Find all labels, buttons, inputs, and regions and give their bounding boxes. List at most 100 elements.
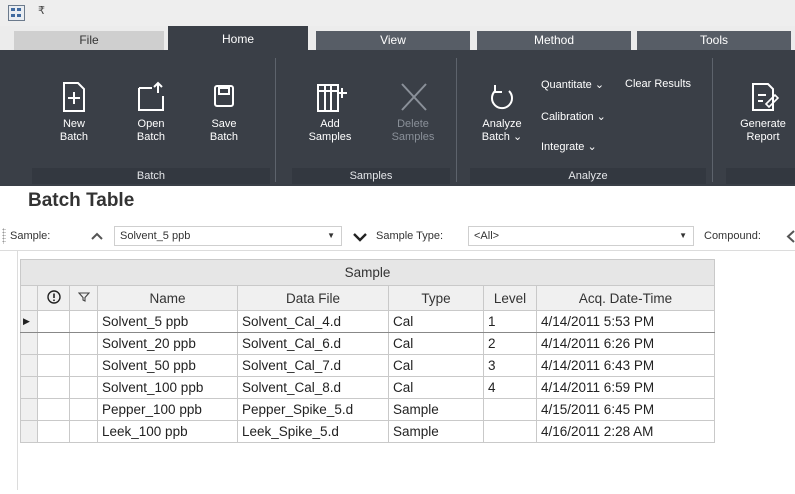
clear-results-button[interactable]: Clear Results (625, 78, 691, 90)
row-selector[interactable] (20, 332, 38, 355)
save-batch-icon (214, 85, 234, 107)
cell-data-file[interactable]: Pepper_Spike_5.d (237, 398, 389, 421)
delete-samples-button[interactable]: Delete Samples (382, 80, 444, 144)
new-batch-icon (63, 82, 85, 112)
outlier-cell[interactable] (37, 420, 70, 443)
cell-type[interactable]: Sample (388, 398, 484, 421)
cell-acq-date-time[interactable]: 4/14/2011 5:53 PM (536, 310, 715, 333)
row-selector[interactable] (20, 354, 38, 377)
analyze-batch-button[interactable]: Analyze Batch ⌄ (474, 80, 530, 144)
outlier-cell[interactable] (37, 332, 70, 355)
compound-chevron-left-icon[interactable] (786, 230, 795, 243)
filter-cell[interactable] (69, 398, 98, 421)
cell-data-file[interactable]: Solvent_Cal_6.d (237, 332, 389, 355)
cell-name[interactable]: Solvent_100 ppb (97, 376, 238, 399)
outlier-cell[interactable] (37, 376, 70, 399)
column-header-data-file[interactable]: Data File (237, 285, 389, 311)
table-row[interactable]: Solvent_20 ppb Solvent_Cal_6.d Cal 2 4/1… (20, 332, 715, 355)
filter-cell[interactable] (69, 354, 98, 377)
ribbon-separator (275, 58, 276, 182)
tab-file[interactable]: File (14, 31, 164, 50)
cell-level[interactable]: 4 (483, 376, 537, 399)
tab-view[interactable]: View (316, 31, 470, 50)
cell-data-file[interactable]: Leek_Spike_5.d (237, 420, 389, 443)
new-batch-button[interactable]: New Batch (46, 80, 102, 144)
column-header-level[interactable]: Level (483, 285, 537, 311)
add-samples-button[interactable]: Add Samples (300, 80, 360, 144)
cell-level[interactable] (483, 398, 537, 421)
current-row-arrow-icon[interactable]: ▶ (20, 310, 38, 333)
column-header-type[interactable]: Type (388, 285, 484, 311)
filter-column-header[interactable] (69, 285, 98, 311)
filter-cell[interactable] (69, 310, 98, 333)
tab-method[interactable]: Method (477, 31, 631, 50)
cell-type[interactable]: Cal (388, 376, 484, 399)
integrate-dropdown[interactable]: Integrate ⌄ (541, 140, 597, 153)
calibration-dropdown[interactable]: Calibration ⌄ (541, 110, 606, 123)
group-label-analyze: Analyze (470, 168, 706, 184)
cell-acq-date-time[interactable]: 4/14/2011 6:59 PM (536, 376, 715, 399)
group-label-reports (726, 168, 795, 184)
cell-level[interactable]: 2 (483, 332, 537, 355)
previous-sample-chevron-up-icon[interactable] (90, 231, 104, 241)
dropdown-arrow-icon: ▼ (679, 231, 687, 240)
cell-acq-date-time[interactable]: 4/16/2011 2:28 AM (536, 420, 715, 443)
row-selector[interactable] (20, 376, 38, 399)
cell-type[interactable]: Cal (388, 310, 484, 333)
outlier-cell[interactable] (37, 354, 70, 377)
tab-home[interactable]: Home (168, 26, 308, 50)
row-selector[interactable] (20, 420, 38, 443)
batch-table-grid: Sample Name Data File Type Level Acq. Da… (20, 259, 715, 443)
cell-type[interactable]: Cal (388, 354, 484, 377)
outlier-column-header[interactable] (37, 285, 70, 311)
next-sample-chevron-down-icon[interactable] (352, 231, 368, 242)
cell-name[interactable]: Pepper_100 ppb (97, 398, 238, 421)
delete-x-icon (401, 83, 427, 111)
save-batch-label: Save Batch (209, 118, 239, 143)
outlier-cell[interactable] (37, 398, 70, 421)
app-icon[interactable] (8, 5, 25, 21)
open-batch-button[interactable]: Open Batch (126, 80, 176, 144)
cell-level[interactable] (483, 420, 537, 443)
cell-name[interactable]: Solvent_50 ppb (97, 354, 238, 377)
cell-level[interactable]: 1 (483, 310, 537, 333)
cell-acq-date-time[interactable]: 4/14/2011 6:26 PM (536, 332, 715, 355)
cell-data-file[interactable]: Solvent_Cal_8.d (237, 376, 389, 399)
cell-name[interactable]: Leek_100 ppb (97, 420, 238, 443)
cell-level[interactable]: 3 (483, 354, 537, 377)
quantitate-dropdown[interactable]: Quantitate ⌄ (541, 78, 604, 91)
table-row[interactable]: Solvent_100 ppb Solvent_Cal_8.d Cal 4 4/… (20, 376, 715, 399)
save-batch-button[interactable]: Save Batch (200, 80, 248, 144)
toolbar-grip[interactable] (2, 228, 6, 244)
filter-cell[interactable] (69, 376, 98, 399)
cell-acq-date-time[interactable]: 4/14/2011 6:43 PM (536, 354, 715, 377)
cell-name[interactable]: Solvent_20 ppb (97, 332, 238, 355)
sample-type-select[interactable]: <All> ▼ (468, 226, 694, 246)
table-row[interactable]: ▶ Solvent_5 ppb Solvent_Cal_4.d Cal 1 4/… (20, 310, 715, 333)
cell-type[interactable]: Sample (388, 420, 484, 443)
quick-access-dropdown[interactable]: ₹ (38, 4, 45, 17)
tab-tools[interactable]: Tools (637, 31, 791, 50)
generate-report-button[interactable]: Generate Report (730, 80, 795, 144)
cell-name[interactable]: Solvent_5 ppb (97, 310, 238, 333)
column-header-name[interactable]: Name (97, 285, 238, 311)
group-label-samples: Samples (292, 168, 450, 184)
cell-type[interactable]: Cal (388, 332, 484, 355)
generate-report-label: Generate Report (740, 118, 786, 143)
row-selector[interactable] (20, 398, 38, 421)
cell-acq-date-time[interactable]: 4/15/2011 6:45 PM (536, 398, 715, 421)
table-row[interactable]: Leek_100 ppb Leek_Spike_5.d Sample 4/16/… (20, 420, 715, 443)
cell-data-file[interactable]: Solvent_Cal_7.d (237, 354, 389, 377)
dropdown-arrow-icon: ▼ (327, 231, 335, 240)
add-samples-icon (317, 84, 347, 112)
table-row[interactable]: Solvent_50 ppb Solvent_Cal_7.d Cal 3 4/1… (20, 354, 715, 377)
sample-select[interactable]: Solvent_5 ppb ▼ (114, 226, 342, 246)
filter-cell[interactable] (69, 420, 98, 443)
column-header-acq-date-time[interactable]: Acq. Date-Time (536, 285, 715, 311)
filter-cell[interactable] (69, 332, 98, 355)
exclamation-circle-icon (46, 289, 61, 304)
sample-select-value: Solvent_5 ppb (120, 230, 191, 242)
table-row[interactable]: Pepper_100 ppb Pepper_Spike_5.d Sample 4… (20, 398, 715, 421)
outlier-cell[interactable] (37, 310, 70, 333)
cell-data-file[interactable]: Solvent_Cal_4.d (237, 310, 389, 333)
